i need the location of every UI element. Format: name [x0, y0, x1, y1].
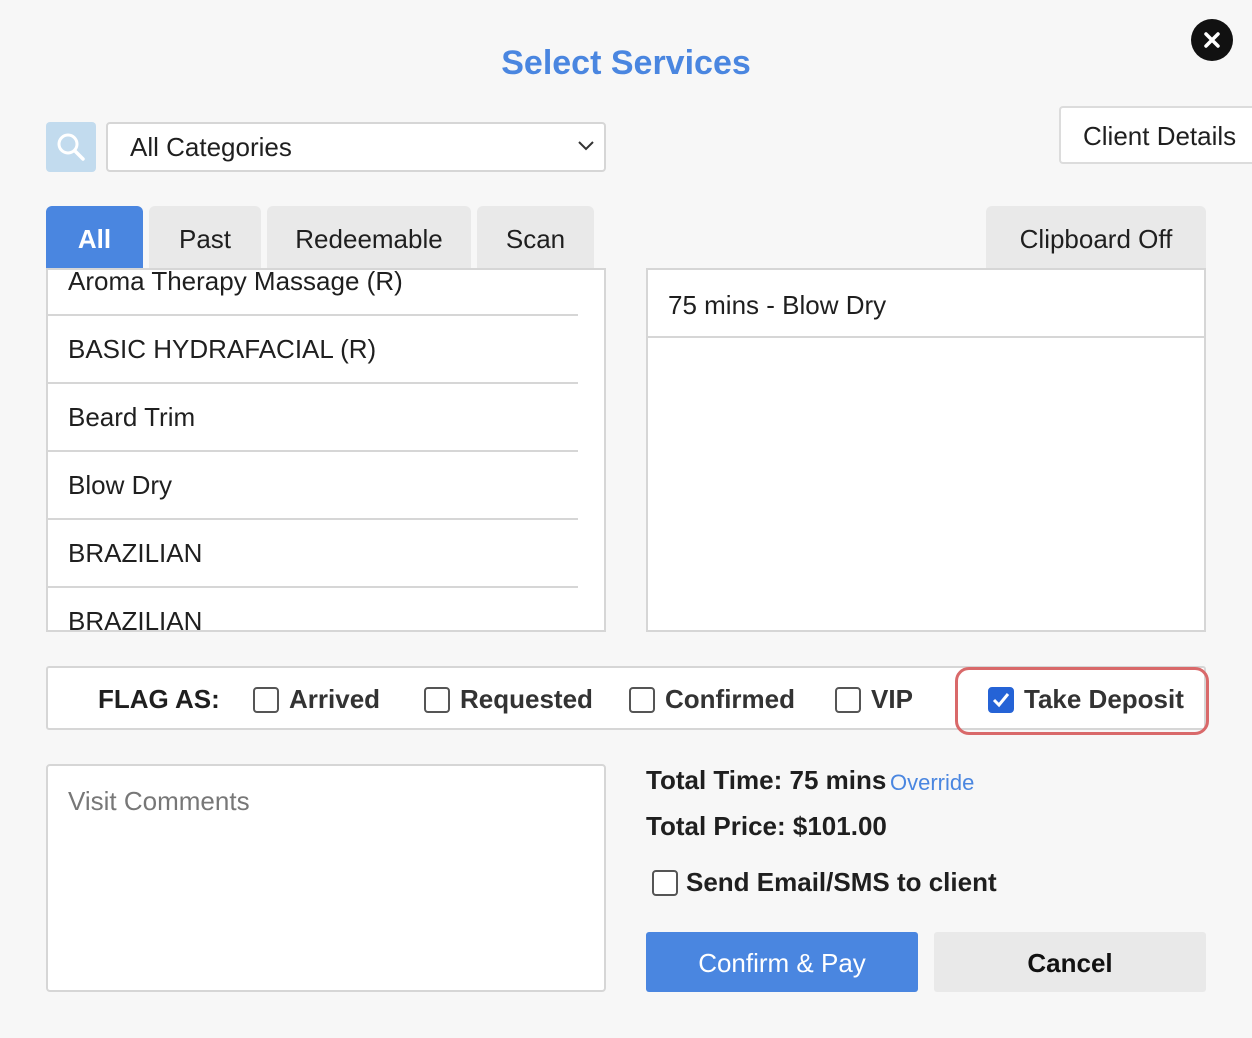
service-item[interactable]: Beard Trim: [48, 384, 578, 452]
selected-service-item[interactable]: 75 mins - Blow Dry: [648, 270, 1204, 338]
dialog-title: Select Services: [501, 44, 751, 82]
override-link[interactable]: Override: [890, 770, 974, 796]
tab-past[interactable]: Past: [149, 206, 261, 268]
flag-confirmed-label: Confirmed: [665, 684, 795, 714]
tab-all[interactable]: All: [46, 206, 143, 268]
checkbox-icon[interactable]: [835, 687, 861, 713]
service-item[interactable]: BRAZILIAN: [48, 588, 578, 630]
checkbox-icon[interactable]: [253, 687, 279, 713]
checkbox-icon[interactable]: [424, 687, 450, 713]
checkbox-icon[interactable]: [629, 687, 655, 713]
close-button[interactable]: [1191, 19, 1233, 61]
service-item[interactable]: BASIC HYDRAFACIAL (R): [48, 316, 578, 384]
service-item[interactable]: BRAZILIAN: [48, 520, 578, 588]
take-deposit-highlight: [955, 667, 1209, 735]
send-email-sms-label: Send Email/SMS to client: [686, 867, 997, 897]
flag-requested-label: Requested: [460, 684, 593, 714]
confirm-pay-button[interactable]: Confirm & Pay: [646, 932, 918, 992]
close-icon: [1204, 32, 1220, 48]
flag-vip-label: VIP: [871, 684, 913, 714]
service-list[interactable]: Aroma Therapy Massage (R) BASIC HYDRAFAC…: [46, 268, 606, 632]
clipboard-toggle[interactable]: Clipboard Off: [986, 206, 1206, 268]
checkbox-icon[interactable]: [652, 870, 678, 896]
total-time: Total Time: 75 mins: [646, 765, 887, 795]
selected-services-panel: 75 mins - Blow Dry: [646, 268, 1206, 632]
tab-redeemable[interactable]: Redeemable: [267, 206, 471, 268]
visit-comments-field[interactable]: Visit Comments: [46, 764, 606, 992]
total-price: Total Price: $101.00: [646, 811, 887, 841]
client-details-button[interactable]: Client Details: [1059, 106, 1252, 164]
search-button[interactable]: [46, 122, 96, 172]
visit-comments-placeholder: Visit Comments: [68, 786, 250, 816]
flag-arrived-label: Arrived: [289, 684, 381, 714]
category-select[interactable]: All Categories: [106, 122, 606, 172]
service-item[interactable]: Aroma Therapy Massage (R): [48, 270, 578, 316]
cancel-button[interactable]: Cancel: [934, 932, 1206, 992]
chevron-down-icon: [578, 141, 594, 151]
category-select-value: All Categories: [130, 132, 292, 162]
search-icon: [57, 133, 85, 161]
tab-scan[interactable]: Scan: [477, 206, 594, 268]
service-item[interactable]: Blow Dry: [48, 452, 578, 520]
flag-as-label: FLAG AS:: [98, 684, 220, 714]
